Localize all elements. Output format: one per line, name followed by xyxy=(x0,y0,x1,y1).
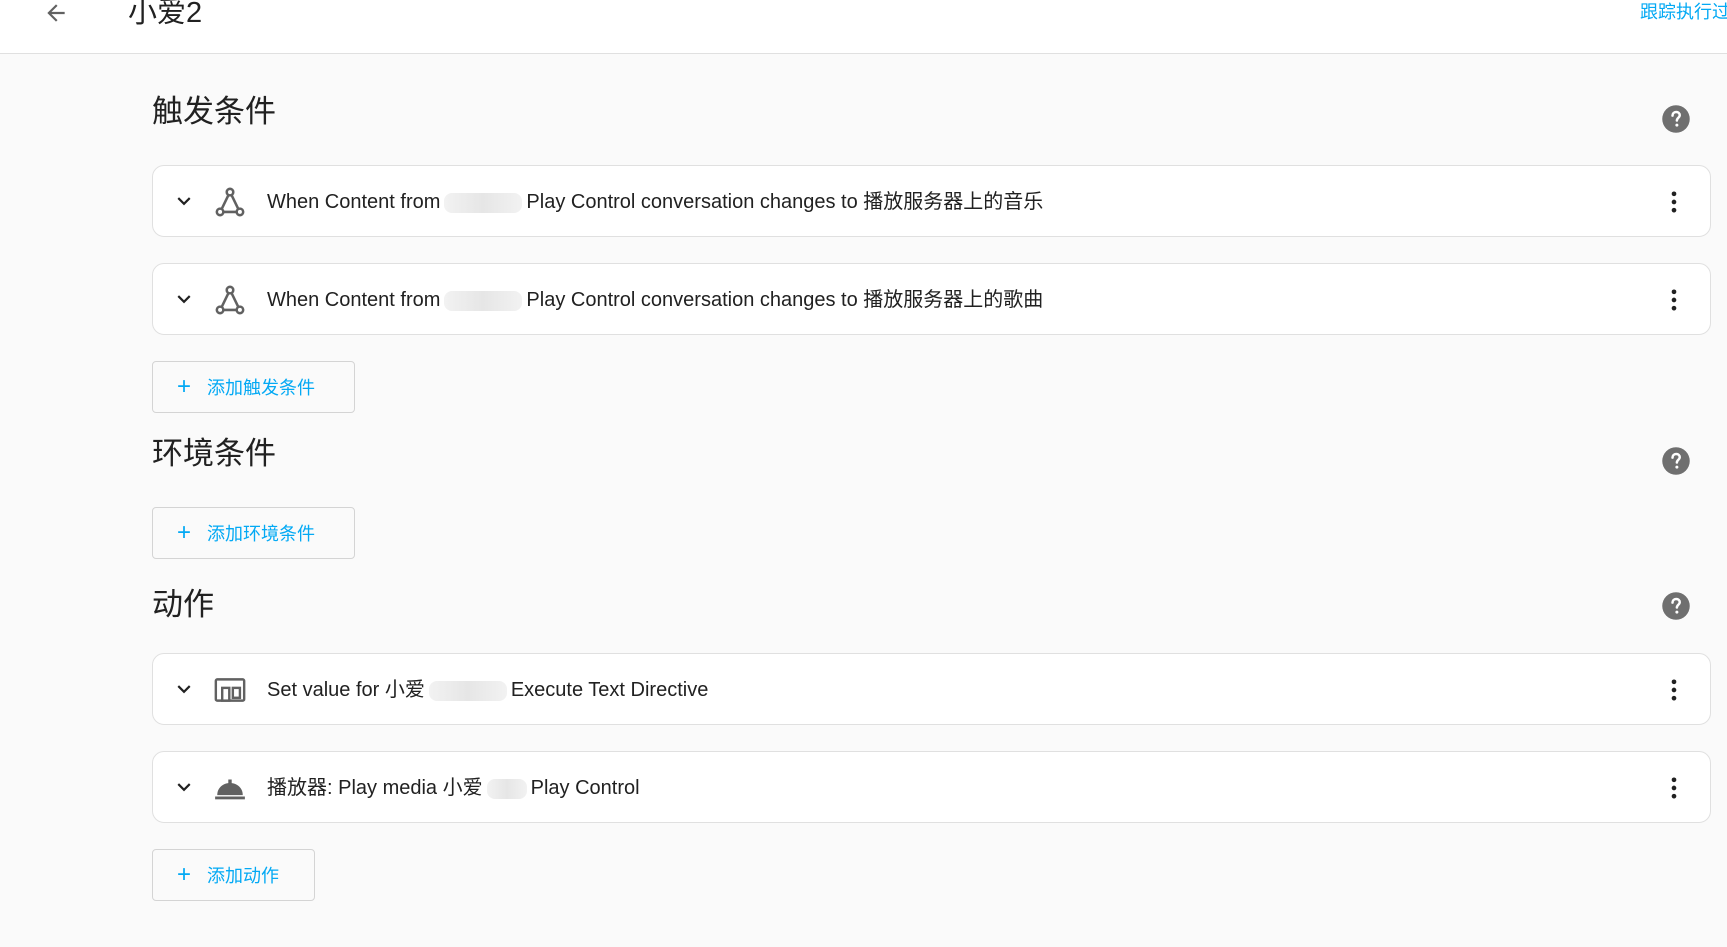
action-text-prefix: Set value for 小爱 xyxy=(267,679,425,701)
more-options-button[interactable] xyxy=(1658,772,1690,804)
state-graph-icon xyxy=(215,187,245,217)
more-options-button[interactable] xyxy=(1658,674,1690,706)
help-circle-icon[interactable] xyxy=(1661,591,1691,621)
action-text-suffix: Execute Text Directive xyxy=(510,679,709,701)
add-condition-button[interactable]: + 添加环境条件 xyxy=(152,507,355,559)
add-action-label: 添加动作 xyxy=(207,866,280,886)
redacted-text xyxy=(486,778,527,799)
help-circle-icon[interactable] xyxy=(1661,104,1691,134)
trigger-text-prefix: When Content from xyxy=(267,191,441,213)
add-action-button[interactable]: + 添加动作 xyxy=(152,849,315,901)
devices-icon xyxy=(214,678,246,702)
trigger-description: When Content from Play Control conversati… xyxy=(267,166,1043,238)
trace-link[interactable]: 跟踪执行过 xyxy=(1640,0,1727,24)
redacted-text xyxy=(428,680,507,701)
trigger-text-suffix: Play Control conversation changes to 播放服… xyxy=(526,289,1044,311)
trigger-row[interactable]: When Content from Play Control conversati… xyxy=(152,263,1711,335)
add-trigger-button[interactable]: + 添加触发条件 xyxy=(152,361,355,413)
state-graph-icon xyxy=(215,285,245,315)
dots-vertical-icon xyxy=(1671,191,1677,213)
arrow-left-icon xyxy=(47,4,65,22)
chevron-down-icon[interactable] xyxy=(171,676,197,702)
action-row[interactable]: 播放器: Play media 小爱 Play Control xyxy=(152,751,1711,823)
trigger-text-suffix: Play Control conversation changes to 播放服… xyxy=(526,191,1044,213)
action-text-suffix: Play Control xyxy=(530,777,640,799)
service-bell-icon xyxy=(215,779,245,800)
section-title-actions: 动作 xyxy=(152,587,214,622)
redacted-text xyxy=(444,290,523,311)
chevron-down-icon[interactable] xyxy=(171,774,197,800)
top-app-bar: 小爱2 跟踪执行过 xyxy=(0,0,1727,54)
back-button[interactable] xyxy=(38,0,74,28)
trigger-text-prefix: When Content from xyxy=(267,289,441,311)
section-title-triggers: 触发条件 xyxy=(152,94,276,129)
dots-vertical-icon xyxy=(1671,777,1677,799)
add-condition-label: 添加环境条件 xyxy=(207,524,316,544)
plus-icon: + xyxy=(177,373,192,400)
plus-icon: + xyxy=(177,861,192,888)
trigger-row[interactable]: When Content from Play Control conversati… xyxy=(152,165,1711,237)
add-trigger-label: 添加触发条件 xyxy=(207,378,316,398)
more-options-button[interactable] xyxy=(1658,284,1690,316)
dots-vertical-icon xyxy=(1671,679,1677,701)
action-row[interactable]: Set value for 小爱 Execute Text Directive xyxy=(152,653,1711,725)
page-title: 小爱2 xyxy=(128,0,203,29)
chevron-down-icon[interactable] xyxy=(171,188,197,214)
help-circle-icon[interactable] xyxy=(1661,446,1691,476)
section-title-conditions: 环境条件 xyxy=(152,436,276,471)
trigger-description: When Content from Play Control conversati… xyxy=(267,264,1043,336)
plus-icon: + xyxy=(177,519,192,546)
action-description: 播放器: Play media 小爱 Play Control xyxy=(267,752,640,824)
action-description: Set value for 小爱 Execute Text Directive xyxy=(267,654,708,726)
redacted-text xyxy=(444,192,523,213)
dots-vertical-icon xyxy=(1671,289,1677,311)
chevron-down-icon[interactable] xyxy=(171,286,197,312)
more-options-button[interactable] xyxy=(1658,186,1690,218)
action-text-prefix: 播放器: Play media 小爱 xyxy=(267,777,483,799)
